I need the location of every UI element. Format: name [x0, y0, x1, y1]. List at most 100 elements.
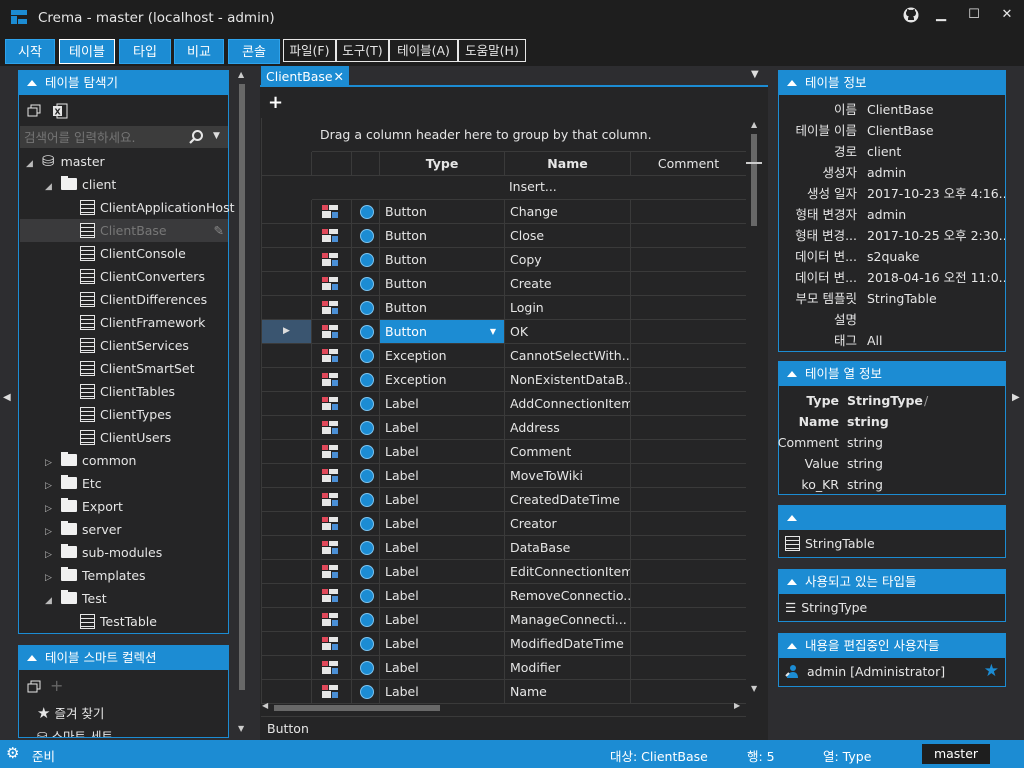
cell-type[interactable]: Exception [380, 344, 505, 367]
tree-item-table[interactable]: ClientConverters [20, 265, 228, 288]
tree-item-table[interactable]: ClientServices [20, 334, 228, 357]
search-input[interactable] [24, 128, 182, 146]
table-row[interactable]: ▶ Button ▼ OK [262, 320, 746, 344]
cell-comment[interactable] [631, 368, 746, 391]
tree-item-folder[interactable]: ▷ server [20, 518, 228, 541]
cell-type[interactable]: Button [380, 296, 505, 319]
tree-item-table[interactable]: ClientConsole [20, 242, 228, 265]
editing-users-header[interactable]: 내용을 편집중인 사용자들 [779, 634, 1005, 658]
tab-list-dropdown-icon[interactable]: ▼ [751, 69, 759, 80]
row-header[interactable] [262, 392, 312, 415]
row-enable-cell[interactable] [352, 464, 380, 487]
cell-comment[interactable] [631, 584, 746, 607]
left-scrollbar[interactable]: ▲ ▼ [236, 70, 248, 738]
cell-type[interactable]: Button [380, 248, 505, 271]
menu-file[interactable]: 파일(F) [283, 39, 336, 62]
cell-name[interactable]: OK [505, 320, 631, 343]
settings-gear-icon[interactable]: ⚙ [6, 744, 19, 762]
cell-comment[interactable] [631, 464, 746, 487]
row-header[interactable] [262, 584, 312, 607]
row-header[interactable] [262, 296, 312, 319]
menu-tools[interactable]: 도구(T) [336, 39, 389, 62]
tree-item-table[interactable]: ClientDifferences [20, 288, 228, 311]
cell-comment[interactable] [631, 608, 746, 631]
cell-type[interactable]: Label [380, 536, 505, 559]
cell-type[interactable]: Button [380, 200, 505, 223]
tree-item-folder[interactable]: ▷ Export [20, 495, 228, 518]
table-row[interactable]: Label DataBase [262, 536, 746, 560]
tree-item-table[interactable]: ClientFramework [20, 311, 228, 334]
table-row[interactable]: Label CreatedDateTime [262, 488, 746, 512]
row-header[interactable] [262, 608, 312, 631]
tree-item-folder[interactable]: ▷ Templates [20, 564, 228, 587]
cell-type[interactable]: Label [380, 464, 505, 487]
row-header[interactable] [262, 656, 312, 679]
table-row[interactable]: Label EditConnectionItem [262, 560, 746, 584]
row-enable-cell[interactable] [352, 440, 380, 463]
cell-comment[interactable] [631, 512, 746, 535]
edit-icon[interactable]: ✎ [214, 219, 224, 242]
table-row[interactable]: Label MoveToWiki [262, 464, 746, 488]
cell-name[interactable]: Change [505, 200, 631, 223]
group-by-panel[interactable]: Drag a column header here to group by th… [312, 118, 746, 152]
parent-template-item[interactable]: StringTable [785, 536, 875, 551]
row-enable-cell[interactable] [352, 248, 380, 271]
document-tab-clientbase[interactable]: ClientBase ✕ [261, 66, 349, 87]
cell-name[interactable]: EditConnectionItem [505, 560, 631, 583]
cell-comment[interactable] [631, 656, 746, 679]
cell-type[interactable]: Button ▼ [380, 320, 505, 343]
cell-type[interactable]: Label [380, 584, 505, 607]
row-header[interactable] [262, 272, 312, 295]
cell-type[interactable]: Button [380, 224, 505, 247]
table-row[interactable]: Exception NonExistentDataB... [262, 368, 746, 392]
table-row[interactable]: Label Address [262, 416, 746, 440]
cell-comment[interactable] [631, 680, 746, 703]
close-tab-icon[interactable]: ✕ [334, 66, 344, 87]
cell-type[interactable]: Label [380, 488, 505, 511]
row-enable-cell[interactable] [352, 416, 380, 439]
minimize-button[interactable]: ▁ [930, 5, 952, 25]
table-row[interactable]: Label Modifier [262, 656, 746, 680]
row-header[interactable] [262, 224, 312, 247]
tree-item-folder[interactable]: ▷ sub-modules [20, 541, 228, 564]
table-row[interactable]: Button Copy [262, 248, 746, 272]
table-row[interactable]: Button Close [262, 224, 746, 248]
row-header[interactable] [262, 416, 312, 439]
cell-comment[interactable] [631, 560, 746, 583]
row-header[interactable] [262, 560, 312, 583]
cell-name[interactable]: Login [505, 296, 631, 319]
row-header[interactable] [262, 536, 312, 559]
menu-help[interactable]: 도움말(H) [458, 39, 526, 62]
row-header[interactable] [262, 464, 312, 487]
cell-comment[interactable] [631, 416, 746, 439]
cell-type[interactable]: Label [380, 440, 505, 463]
column-info-header[interactable]: 테이블 열 정보 [779, 362, 1005, 386]
row-enable-cell[interactable] [352, 296, 380, 319]
row-enable-cell[interactable] [352, 368, 380, 391]
collapse-right-icon[interactable]: ▶ [1012, 392, 1020, 403]
smart-item-sets[interactable]: ⛁ 스마트 세트 [37, 726, 113, 737]
cell-comment[interactable] [631, 440, 746, 463]
cell-comment[interactable] [631, 320, 746, 343]
row-enable-cell[interactable] [352, 560, 380, 583]
row-header[interactable] [262, 680, 312, 703]
close-button[interactable]: ✕ [996, 5, 1018, 25]
tree-item-table[interactable]: ClientBase ✎ [20, 219, 228, 242]
row-header[interactable] [262, 200, 312, 223]
cell-type[interactable]: Label [380, 632, 505, 655]
cell-name[interactable]: AddConnectionItem [505, 392, 631, 415]
cell-comment[interactable] [631, 488, 746, 511]
cell-name[interactable]: ModifiedDateTime [505, 632, 631, 655]
cell-name[interactable]: DataBase [505, 536, 631, 559]
cell-name[interactable]: Create [505, 272, 631, 295]
row-enable-cell[interactable] [352, 392, 380, 415]
cell-type[interactable]: Exception [380, 368, 505, 391]
cell-type[interactable]: Label [380, 656, 505, 679]
type-dropdown-icon[interactable]: ▼ [490, 320, 496, 343]
new-window-icon[interactable] [27, 104, 41, 118]
menu-table[interactable]: 테이블(A) [389, 39, 458, 62]
parent-template-header[interactable] [779, 506, 1005, 530]
cell-comment[interactable] [631, 224, 746, 247]
tree-item-folder[interactable]: ▷ Etc [20, 472, 228, 495]
row-header[interactable] [262, 440, 312, 463]
